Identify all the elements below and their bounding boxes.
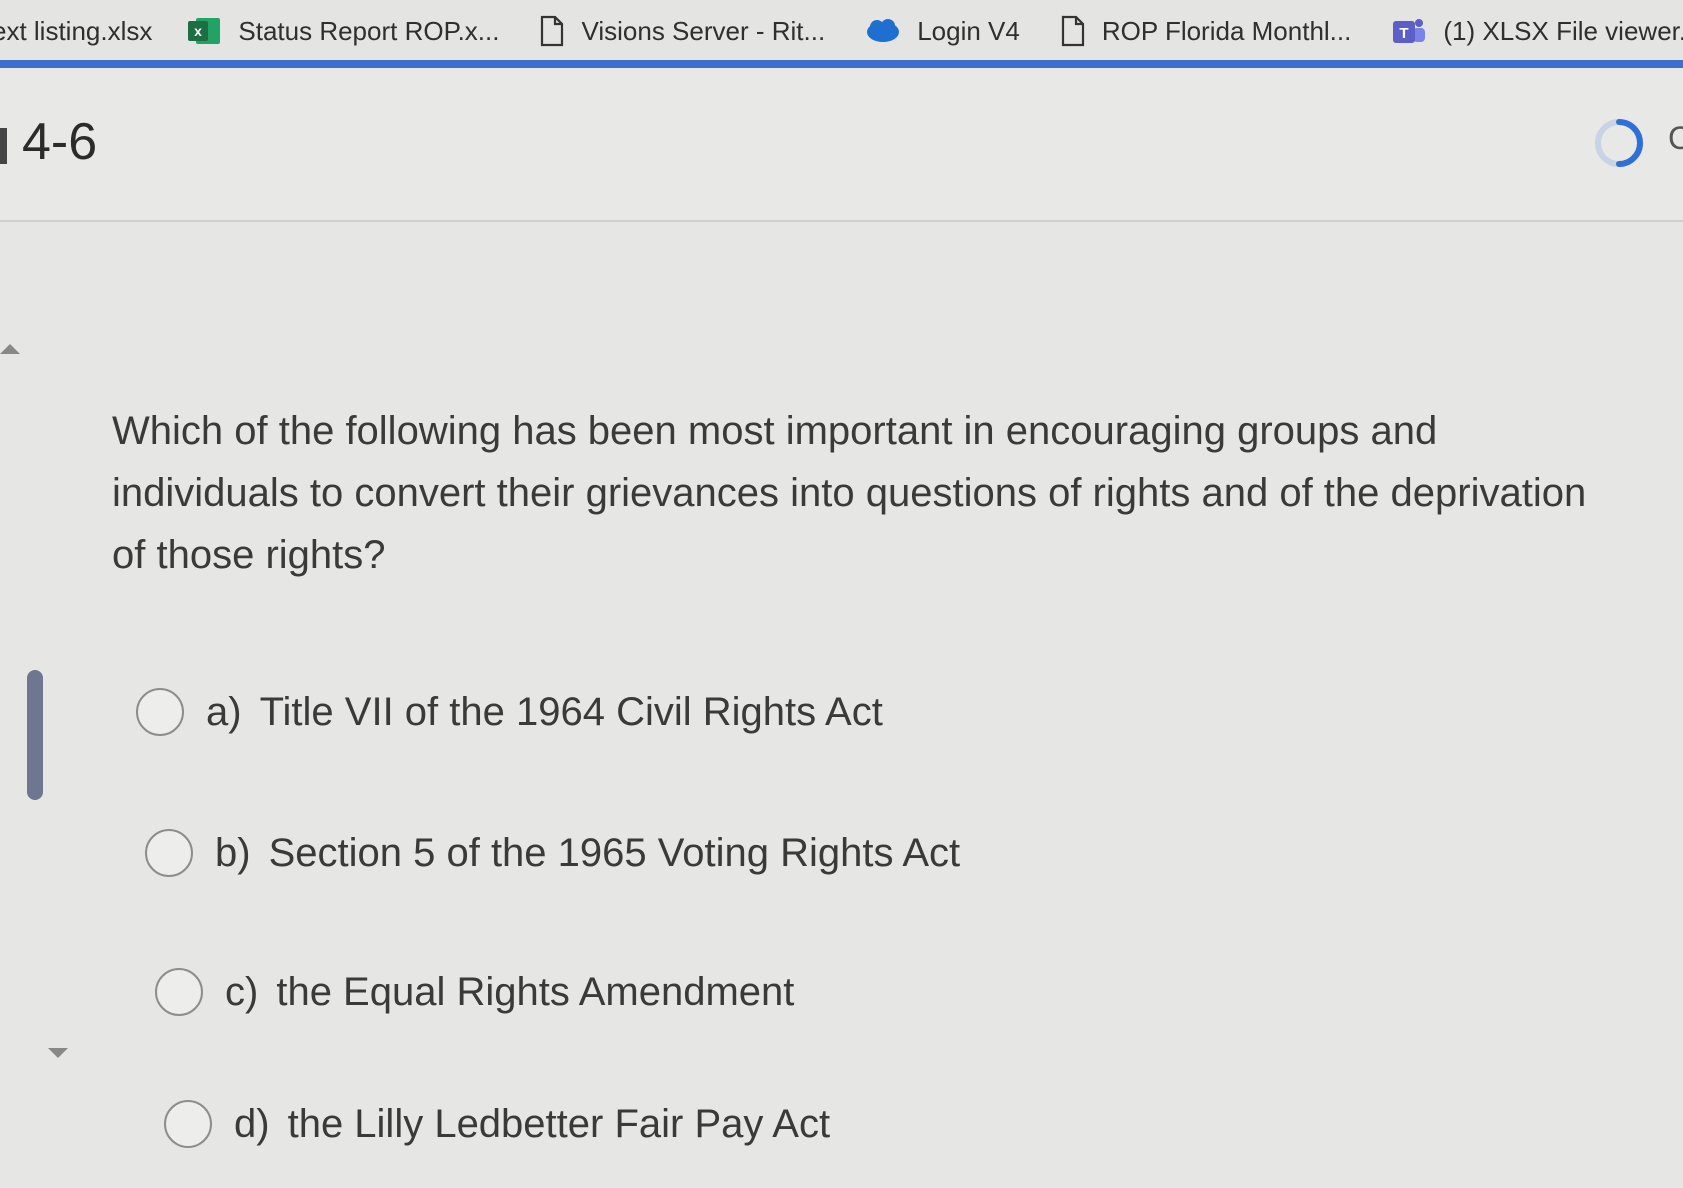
scroll-up-arrow-icon[interactable] xyxy=(0,344,20,354)
bookmark-rop-florida[interactable]: ROP Florida Monthl... xyxy=(1060,15,1352,47)
bookmark-label: Visions Server - Rit... xyxy=(581,15,826,46)
question-line-1: Which of the following has been most imp… xyxy=(112,409,1438,453)
scrollbar-thumb[interactable] xyxy=(27,670,43,800)
option-letter: c) xyxy=(225,969,259,1014)
radio-button-c[interactable] xyxy=(155,968,203,1016)
option-text: Section 5 of the 1965 Voting Rights Act xyxy=(268,830,961,875)
radio-button-b[interactable] xyxy=(145,829,193,877)
header-cut-text: C xyxy=(1668,120,1683,156)
page-header xyxy=(0,68,1683,222)
bookmark-login-v4[interactable]: Login V4 xyxy=(865,16,1020,47)
page-title: 4-6 xyxy=(22,113,98,171)
bookmark-label: (1) XLSX File viewer... xyxy=(1443,15,1683,46)
svg-text:T: T xyxy=(1400,25,1409,42)
question-text: Which of the following has been most imp… xyxy=(112,400,1632,586)
bookmark-status-report[interactable]: x Status Report ROP.x... xyxy=(188,16,499,47)
cloud-icon xyxy=(865,18,901,44)
option-text: Title VII of the 1964 Civil Rights Act xyxy=(259,689,883,734)
bookmark-label: Login V4 xyxy=(917,15,1020,46)
bookmark-xlsx-viewer[interactable]: T (1) XLSX File viewer... xyxy=(1391,16,1683,47)
bookmark-label: ext listing.xlsx xyxy=(0,15,153,46)
option-letter: d) xyxy=(234,1101,270,1146)
teams-icon: T xyxy=(1391,16,1427,46)
option-text: the Lilly Ledbetter Fair Pay Act xyxy=(287,1101,831,1146)
option-text: the Equal Rights Amendment xyxy=(276,969,795,1014)
header-left-marker xyxy=(0,128,7,164)
answer-option-b[interactable]: b) Section 5 of the 1965 Voting Rights A… xyxy=(145,829,960,877)
bookmark-visions-server[interactable]: Visions Server - Rit... xyxy=(539,15,825,47)
answer-option-c[interactable]: c) the Equal Rights Amendment xyxy=(155,968,794,1016)
accent-divider xyxy=(0,60,1683,68)
svg-text:x: x xyxy=(194,23,202,39)
bookmark-label: Status Report ROP.x... xyxy=(238,15,500,46)
progress-ring-icon xyxy=(1593,117,1645,174)
bookmarks-bar: ext listing.xlsx x Status Report ROP.x..… xyxy=(0,0,1683,62)
answer-option-a[interactable]: a) Title VII of the 1964 Civil Rights Ac… xyxy=(136,688,883,736)
option-letter: a) xyxy=(206,689,242,734)
radio-button-a[interactable] xyxy=(136,688,184,736)
bookmark-label: ROP Florida Monthl... xyxy=(1101,15,1352,46)
question-line-3: of those rights? xyxy=(112,533,386,577)
scroll-down-arrow-icon[interactable] xyxy=(48,1048,68,1058)
answer-option-d[interactable]: d) the Lilly Ledbetter Fair Pay Act xyxy=(164,1100,830,1148)
excel-icon: x xyxy=(188,16,222,46)
question-line-2: individuals to convert their grievances … xyxy=(112,471,1587,515)
option-letter: b) xyxy=(215,830,251,875)
radio-button-d[interactable] xyxy=(164,1100,212,1148)
document-icon xyxy=(1060,15,1086,47)
document-icon xyxy=(539,15,565,47)
bookmark-ext-listing[interactable]: ext listing.xlsx xyxy=(0,16,152,47)
